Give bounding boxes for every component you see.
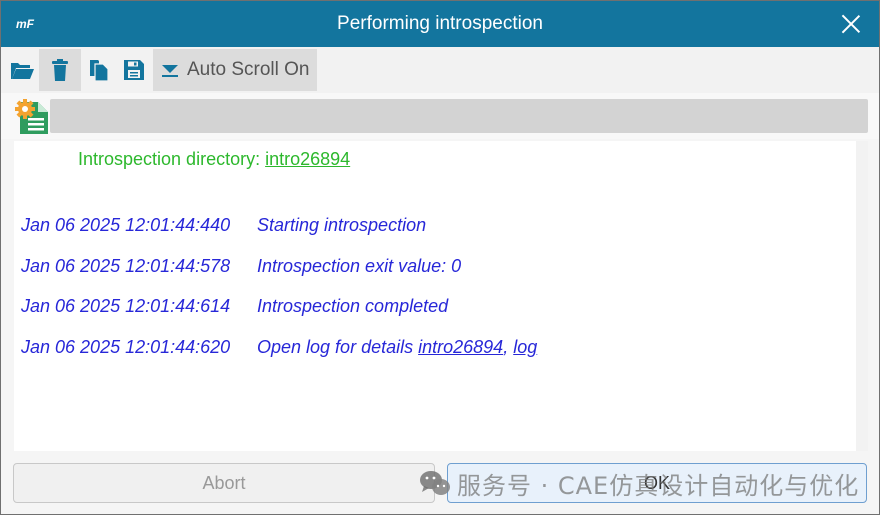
clear-button[interactable] (39, 49, 81, 91)
log-panel: Introspection directory: intro26894 Jan … (14, 141, 856, 451)
scroll-down-icon (162, 65, 178, 77)
folder-open-icon (11, 63, 34, 79)
settings-document-icon (15, 99, 48, 134)
link-separator: , (503, 337, 514, 357)
save-icon (124, 60, 144, 80)
log-entry: Jan 06 2025 12:01:44:440 Starting introsp… (21, 215, 426, 236)
log-timestamp: Jan 06 2025 12:01:44:578 (21, 256, 231, 276)
log-scrollbar[interactable] (856, 141, 868, 451)
log-entry: Jan 06 2025 12:01:44:620 Open log for det… (21, 337, 537, 358)
log-timestamp: Jan 06 2025 12:01:44:614 (21, 296, 231, 316)
log-message: Introspection exit value: 0 (257, 256, 462, 276)
save-button[interactable] (119, 49, 149, 91)
status-row (1, 93, 879, 139)
directory-link[interactable]: intro26894 (265, 149, 350, 169)
auto-scroll-label: Auto Scroll On (187, 59, 310, 80)
copy-icon (90, 60, 109, 82)
abort-button[interactable]: Abort (13, 463, 435, 503)
log-file-link[interactable]: log (513, 337, 537, 357)
introspection-dialog: mF Performing introspection Auto Scroll … (0, 0, 880, 515)
log-message: Introspection completed (257, 296, 449, 316)
ok-label: OK (643, 472, 670, 493)
window-title: Performing introspection (337, 13, 543, 34)
log-directory-link[interactable]: intro26894 (418, 337, 503, 357)
auto-scroll-toggle[interactable]: Auto Scroll On (153, 49, 317, 91)
directory-label: Introspection directory: (78, 149, 266, 169)
toolbar: Auto Scroll On (1, 47, 879, 93)
close-icon[interactable] (841, 14, 861, 34)
trash-icon (52, 59, 68, 81)
progress-bar (50, 99, 868, 133)
log-entry: Jan 06 2025 12:01:44:578 Introspection ex… (21, 256, 461, 277)
log-message: Open log for details (257, 337, 419, 357)
log-entry: Jan 06 2025 12:01:44:614 Introspection co… (21, 296, 448, 317)
directory-line: Introspection directory: intro26894 (78, 149, 350, 170)
copy-button[interactable] (85, 49, 113, 91)
open-button[interactable] (5, 49, 39, 91)
title-bar: mF Performing introspection (1, 1, 879, 47)
log-timestamp: Jan 06 2025 12:01:44:440 (21, 215, 231, 235)
ok-button[interactable]: OK (447, 463, 867, 503)
log-timestamp: Jan 06 2025 12:01:44:620 (21, 337, 231, 357)
log-message: Starting introspection (257, 215, 427, 235)
